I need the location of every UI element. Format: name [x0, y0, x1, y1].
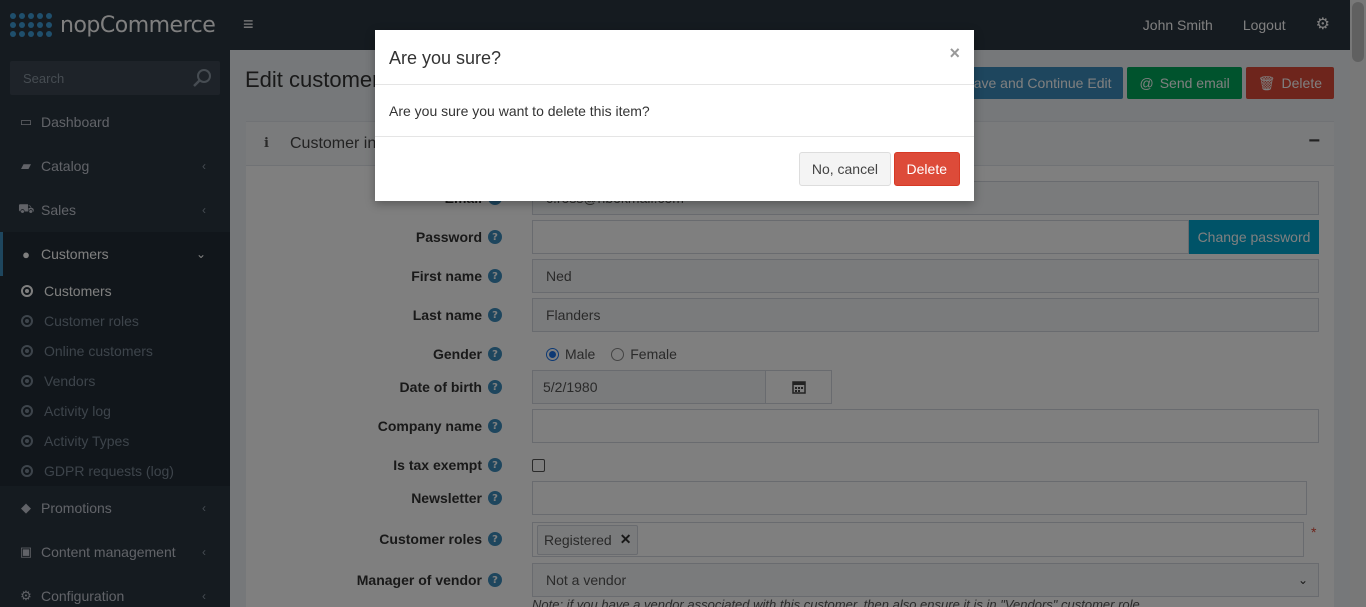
cancel-button[interactable]: No, cancel: [798, 152, 891, 186]
modal-header: Are you sure? ×: [375, 30, 974, 85]
confirm-delete-button[interactable]: Delete: [893, 152, 960, 186]
modal-title: Are you sure?: [389, 48, 502, 68]
modal-footer: No, cancel Delete: [375, 136, 974, 201]
confirm-delete-modal: Are you sure? × Are you sure you want to…: [375, 30, 974, 201]
modal-message: Are you sure you want to delete this ite…: [389, 103, 650, 119]
close-icon[interactable]: ×: [949, 44, 960, 62]
